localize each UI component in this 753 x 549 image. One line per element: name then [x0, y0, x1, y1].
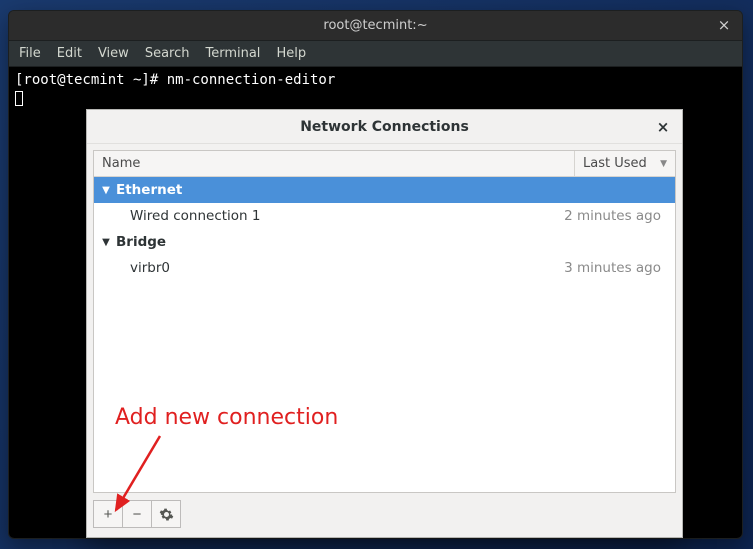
dialog-content: Name Last Used ▼ ▼ Ethernet Wired connec… [87, 144, 682, 537]
menu-help[interactable]: Help [276, 46, 306, 61]
group-ethernet[interactable]: ▼ Ethernet [94, 177, 675, 203]
list-body: ▼ Ethernet Wired connection 1 2 minutes … [94, 177, 675, 492]
terminal-titlebar: root@tecmint:~ × [9, 11, 742, 41]
menu-file[interactable]: File [19, 46, 41, 61]
list-header: Name Last Used ▼ [94, 151, 675, 177]
terminal-cursor [15, 91, 23, 106]
terminal-title: root@tecmint:~ [323, 18, 427, 33]
dialog-title: Network Connections [300, 119, 469, 135]
connection-name: virbr0 [130, 260, 564, 276]
connection-settings-button[interactable] [151, 500, 181, 528]
remove-connection-button[interactable]: − [122, 500, 152, 528]
connection-name: Wired connection 1 [130, 208, 564, 224]
expand-icon: ▼ [100, 237, 112, 248]
menu-search[interactable]: Search [145, 46, 190, 61]
expand-icon: ▼ [100, 185, 112, 196]
group-bridge[interactable]: ▼ Bridge [94, 229, 675, 255]
terminal-prompt-line: [root@tecmint ~]# nm-connection-editor [15, 71, 736, 89]
list-item[interactable]: virbr0 3 minutes ago [94, 255, 675, 281]
group-label: Ethernet [116, 182, 182, 198]
sort-indicator-icon: ▼ [660, 159, 667, 169]
network-connections-dialog: Network Connections × Name Last Used ▼ ▼… [86, 109, 683, 538]
add-connection-button[interactable]: + [93, 500, 123, 528]
menu-view[interactable]: View [98, 46, 129, 61]
dialog-close-button[interactable]: × [654, 118, 672, 136]
column-header-last-used[interactable]: Last Used ▼ [575, 151, 675, 176]
connection-list: Name Last Used ▼ ▼ Ethernet Wired connec… [93, 150, 676, 493]
terminal-menubar: File Edit View Search Terminal Help [9, 41, 742, 67]
group-label: Bridge [116, 234, 166, 250]
column-header-last-used-label: Last Used [583, 156, 647, 171]
menu-terminal[interactable]: Terminal [205, 46, 260, 61]
dialog-toolbar: + − [93, 497, 676, 531]
gear-icon [159, 507, 174, 522]
column-header-name[interactable]: Name [94, 151, 575, 176]
terminal-close-button[interactable]: × [714, 15, 734, 35]
menu-edit[interactable]: Edit [57, 46, 82, 61]
connection-last-used: 3 minutes ago [564, 260, 665, 276]
minus-icon: − [133, 506, 142, 523]
list-item[interactable]: Wired connection 1 2 minutes ago [94, 203, 675, 229]
dialog-titlebar: Network Connections × [87, 110, 682, 144]
plus-icon: + [104, 506, 113, 523]
connection-last-used: 2 minutes ago [564, 208, 665, 224]
